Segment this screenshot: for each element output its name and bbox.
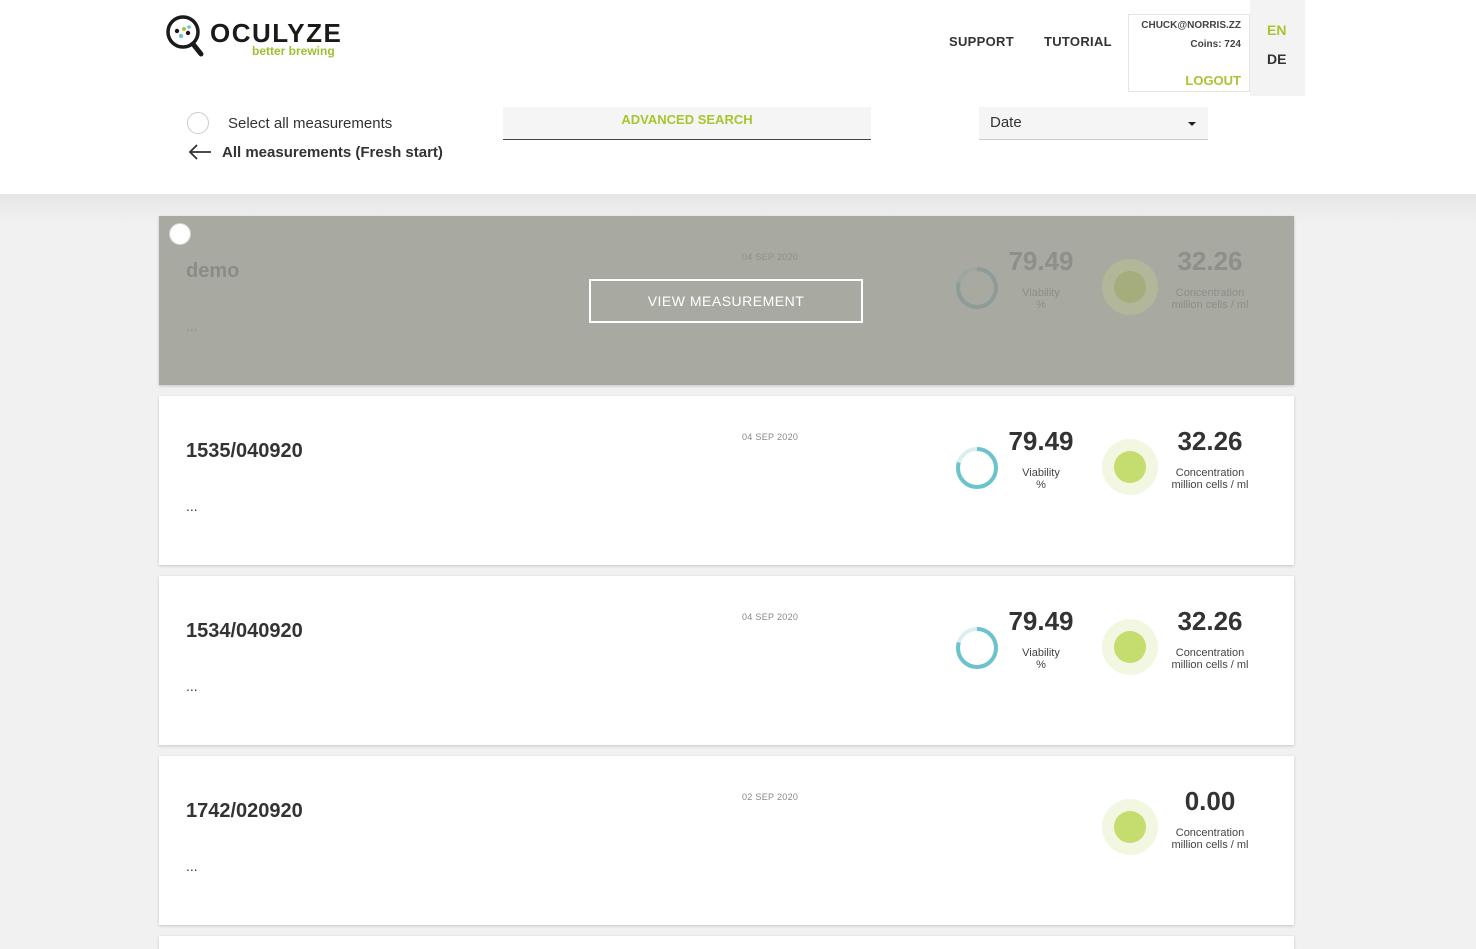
measurement-card[interactable] xyxy=(159,936,1294,949)
account-panel: CHUCK@NORRIS.ZZ Coins: 724 LOGOUT xyxy=(1128,14,1250,92)
concentration-label: Concentration million cells / ml xyxy=(1164,647,1256,671)
measurement-select-radio[interactable] xyxy=(169,223,191,245)
dot-icon xyxy=(1102,259,1158,315)
concentration-dot xyxy=(1114,811,1146,843)
viability-label-text: Viability xyxy=(1022,287,1060,299)
dot-icon xyxy=(1102,619,1158,675)
concentration-label: Concentration million cells / ml xyxy=(1164,287,1256,311)
concentration-label-text: Concentration xyxy=(1175,647,1245,659)
ring-gauge-icon xyxy=(956,447,998,489)
viability-unit: % xyxy=(1036,479,1046,491)
measurement-title: 1534/040920 xyxy=(186,620,303,642)
account-email: CHUCK@NORRIS.ZZ xyxy=(1141,20,1241,31)
measurement-date: 04 SEP 2020 xyxy=(742,612,799,622)
language-switcher: EN DE xyxy=(1250,0,1305,96)
measurement-date: 04 SEP 2020 xyxy=(742,252,799,262)
ring-gauge-icon xyxy=(956,267,998,309)
viability-value: 79.49 xyxy=(1008,606,1074,636)
viability-value: 79.49 xyxy=(1008,246,1074,276)
concentration-unit: million cells / ml xyxy=(1171,659,1249,671)
measurement-description: ... xyxy=(186,678,198,694)
measurement-card[interactable]: 1742/020920 02 SEP 2020 ... 0.00 Concent… xyxy=(159,756,1294,925)
measurement-title: 1742/020920 xyxy=(186,800,303,822)
view-measurement-button[interactable]: VIEW MEASUREMENT xyxy=(589,279,863,323)
logout-link[interactable]: LOGOUT xyxy=(1185,73,1241,88)
measurement-date: 02 SEP 2020 xyxy=(742,792,799,802)
concentration-dot xyxy=(1114,451,1146,483)
language-en[interactable]: EN xyxy=(1267,22,1286,38)
measurement-title: 1535/040920 xyxy=(186,440,303,462)
viability-label: Viability % xyxy=(1007,647,1075,671)
viability-label-text: Viability xyxy=(1022,647,1060,659)
sort-select[interactable]: Date xyxy=(979,107,1208,140)
measurement-title: demo xyxy=(186,260,240,282)
concentration-unit: million cells / ml xyxy=(1171,479,1249,491)
concentration-label-text: Concentration xyxy=(1175,827,1245,839)
nav-tutorial[interactable]: TUTORIAL xyxy=(1044,34,1112,49)
account-coins: Coins: 724 xyxy=(1190,39,1241,50)
brand-logo[interactable]: OCULYZE better brewing xyxy=(165,14,341,60)
nav-support[interactable]: SUPPORT xyxy=(949,34,1014,49)
back-to-all-label: All measurements (Fresh start) xyxy=(222,144,443,161)
measurement-description: ... xyxy=(186,498,198,514)
measurement-card[interactable]: demo 04 SEP 2020 ... 79.49 Viability % 3… xyxy=(159,216,1294,385)
concentration-dot xyxy=(1114,271,1146,303)
concentration-unit: million cells / ml xyxy=(1171,299,1249,311)
viability-label-text: Viability xyxy=(1022,467,1060,479)
viability-unit: % xyxy=(1036,659,1046,671)
brand-tagline: better brewing xyxy=(252,44,335,58)
concentration-unit: million cells / ml xyxy=(1171,839,1249,851)
select-all-radio[interactable] xyxy=(187,112,209,134)
language-de[interactable]: DE xyxy=(1267,51,1286,67)
concentration-label-text: Concentration xyxy=(1175,467,1245,479)
arrow-left-icon xyxy=(188,144,211,160)
concentration-value: 32.26 xyxy=(1177,606,1243,636)
measurement-description: ... xyxy=(186,318,198,334)
caret-down-icon xyxy=(1188,122,1196,126)
select-all-label: Select all measurements xyxy=(228,115,393,132)
advanced-search-button[interactable]: ADVANCED SEARCH xyxy=(503,107,871,140)
concentration-label: Concentration million cells / ml xyxy=(1164,467,1256,491)
viability-unit: % xyxy=(1036,299,1046,311)
dot-icon xyxy=(1102,439,1158,495)
viability-label: Viability % xyxy=(1007,467,1075,491)
measurement-description: ... xyxy=(186,858,198,874)
measurement-card[interactable]: 1534/040920 04 SEP 2020 ... 79.49 Viabil… xyxy=(159,576,1294,745)
concentration-label: Concentration million cells / ml xyxy=(1164,827,1256,851)
viability-label: Viability % xyxy=(1007,287,1075,311)
concentration-value: 0.00 xyxy=(1184,786,1236,816)
viability-value: 79.49 xyxy=(1008,426,1074,456)
concentration-value: 32.26 xyxy=(1177,426,1243,456)
concentration-label-text: Concentration xyxy=(1175,287,1245,299)
ring-gauge-icon xyxy=(956,627,998,669)
dot-icon xyxy=(1102,799,1158,855)
concentration-dot xyxy=(1114,631,1146,663)
sort-selected-value: Date xyxy=(990,114,1022,131)
measurement-date: 04 SEP 2020 xyxy=(742,432,799,442)
concentration-value: 32.26 xyxy=(1177,246,1243,276)
magnifier-logo-icon xyxy=(166,15,204,57)
measurement-card[interactable]: 1535/040920 04 SEP 2020 ... 79.49 Viabil… xyxy=(159,396,1294,565)
